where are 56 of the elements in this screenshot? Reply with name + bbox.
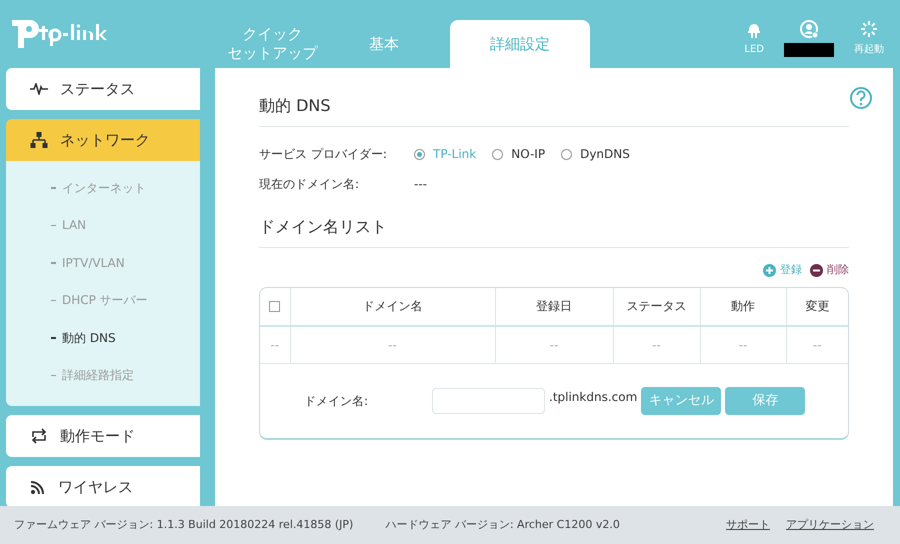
- section-title: 動的 DNS: [259, 96, 331, 115]
- sidebar-item[interactable]: 動作モード: [6, 415, 200, 457]
- wifi-signal-icon: [30, 479, 46, 495]
- cancel-button[interactable]: キャンセル: [641, 387, 722, 415]
- domain-input-field[interactable]: [432, 388, 545, 414]
- pulse-icon: [30, 83, 48, 95]
- table-cell: --: [495, 326, 613, 364]
- column-header: 変更: [786, 288, 848, 326]
- help-icon[interactable]: [849, 86, 873, 110]
- sidebar-item[interactable]: ステータス: [6, 68, 200, 110]
- delete-button[interactable]: 削除: [810, 262, 849, 278]
- submenu-item[interactable]: DHCP サーバー: [6, 282, 200, 319]
- submenu-item[interactable]: 動的 DNS: [6, 319, 200, 356]
- column-header: ドメイン名: [290, 288, 495, 326]
- field-label: ドメイン名:: [303, 393, 370, 410]
- column-header: 動作: [700, 288, 786, 326]
- select-all-checkbox[interactable]: [269, 301, 280, 312]
- sidebar-item[interactable]: ネットワーク: [6, 119, 200, 161]
- section-title: ドメイン名リスト: [259, 217, 387, 236]
- table-cell: --: [260, 326, 290, 364]
- table-cell: --: [786, 326, 848, 364]
- submenu-item[interactable]: LAN: [6, 206, 200, 244]
- provider-radio[interactable]: TP-Link: [414, 145, 476, 163]
- field-value: ---: [414, 176, 427, 193]
- minus-icon: [810, 264, 823, 277]
- submenu-item[interactable]: インターネット: [6, 169, 200, 206]
- hardware-version: ハードウェア バージョン: Archer C1200 v2.0: [385, 516, 620, 533]
- nav-tab[interactable]: 詳細設定: [450, 20, 590, 68]
- firmware-version: ファームウェア バージョン: 1.1.3 Build 20180224 rel.41858 (JP): [14, 516, 354, 533]
- table-cell: --: [613, 326, 700, 364]
- nav-tab[interactable]: 基本: [330, 20, 438, 68]
- plus-icon: [763, 264, 776, 277]
- user-circle-icon: [799, 19, 819, 39]
- table-cell: --: [290, 326, 495, 364]
- spinner-icon: [860, 20, 878, 38]
- submenu-item[interactable]: 詳細経路指定: [6, 356, 200, 394]
- reboot-action[interactable]: 再起動: [854, 20, 884, 56]
- nav-tab[interactable]: クイック セットアップ: [215, 20, 330, 68]
- column-header: 登録日: [495, 288, 613, 326]
- redaction-block: [784, 43, 834, 57]
- save-button[interactable]: 保存: [725, 387, 806, 415]
- domain-suffix: .tplinkdns.com: [549, 389, 638, 406]
- table-cell: --: [700, 326, 786, 364]
- column-header: ステータス: [613, 288, 700, 326]
- field-label: サービス プロバイダー:: [259, 146, 388, 163]
- add-button[interactable]: 登録: [763, 262, 802, 278]
- footer-link[interactable]: サポート: [726, 516, 770, 534]
- provider-radio[interactable]: DynDNS: [561, 145, 630, 163]
- field-label: 現在のドメイン名:: [259, 176, 360, 193]
- provider-radio[interactable]: NO-IP: [492, 145, 546, 163]
- footer-link[interactable]: アプリケーション: [786, 516, 874, 534]
- swap-arrows-icon: [30, 428, 48, 444]
- led-action[interactable]: LED: [744, 20, 764, 56]
- network-icon: [30, 132, 48, 148]
- sidebar-item[interactable]: ワイヤレス: [6, 466, 200, 506]
- submenu-item[interactable]: IPTV/VLAN: [6, 244, 200, 282]
